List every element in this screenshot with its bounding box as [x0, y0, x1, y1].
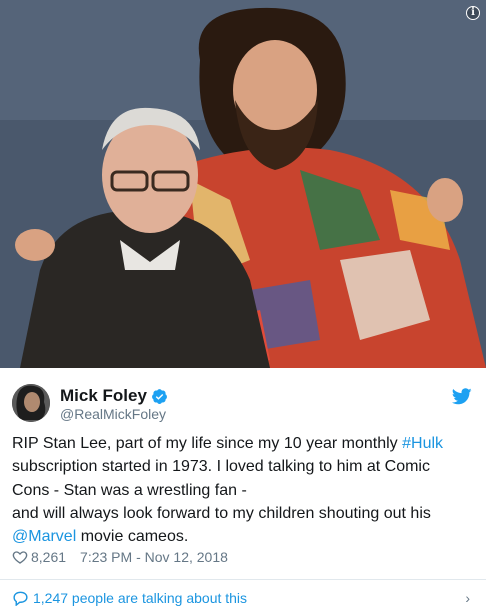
tweet-text-line: RIP Stan Lee, part of my life since my 1… [12, 432, 474, 455]
avatar[interactable] [12, 384, 50, 422]
tweet-meta: 8,261 7:23 PM - Nov 12, 2018 [12, 549, 228, 565]
hashtag-link[interactable]: #Hulk [402, 435, 443, 452]
like-count[interactable]: 8,261 [31, 549, 66, 565]
tweet-text: RIP Stan Lee, part of my life since my 1… [12, 432, 474, 548]
heart-icon[interactable] [12, 549, 28, 565]
photo-illustration [0, 0, 486, 368]
tweet-text-line: and will always look forward to my child… [12, 502, 474, 525]
name-row: Mick Foley [60, 386, 168, 406]
twitter-bird-icon[interactable] [452, 388, 472, 405]
author-handle[interactable]: @RealMickFoley [60, 406, 166, 422]
tweet-text-line: subscription started in 1973. I loved ta… [12, 455, 474, 478]
comment-bubble-icon [13, 591, 28, 606]
divider [0, 579, 486, 580]
text-segment: Cons - Stan was a wrestling fan - [12, 481, 247, 499]
tweet-header: Mick Foley @RealMickFoley [12, 380, 474, 428]
text-segment: movie cameos. [76, 528, 189, 546]
text-segment: RIP Stan Lee, part of my life since my 1… [12, 435, 403, 452]
tweet-embed: i Mick Foley @RealMickFoley RIP Stan Lee… [0, 0, 486, 614]
conversation-footer[interactable]: 1,247 people are talking about this › [12, 588, 474, 608]
mention-link[interactable]: @Marvel [12, 528, 76, 545]
avatar-image [12, 384, 50, 422]
verified-badge-icon [151, 388, 167, 404]
tweet-timestamp[interactable]: 7:23 PM - Nov 12, 2018 [80, 549, 228, 565]
tweet-text-line: Cons - Stan was a wrestling fan - [12, 479, 474, 502]
tweet-photo[interactable]: i [0, 0, 486, 368]
info-icon[interactable]: i [466, 6, 480, 20]
author-name[interactable]: Mick Foley [60, 386, 147, 406]
talking-count-link[interactable]: 1,247 people are talking about this [33, 590, 247, 606]
tweet-text-line: @Marvel movie cameos. [12, 525, 474, 548]
chevron-right-icon[interactable]: › [465, 590, 470, 606]
text-segment: and will always look forward to my child… [12, 504, 431, 522]
text-segment: subscription started in 1973. I loved ta… [12, 458, 430, 476]
